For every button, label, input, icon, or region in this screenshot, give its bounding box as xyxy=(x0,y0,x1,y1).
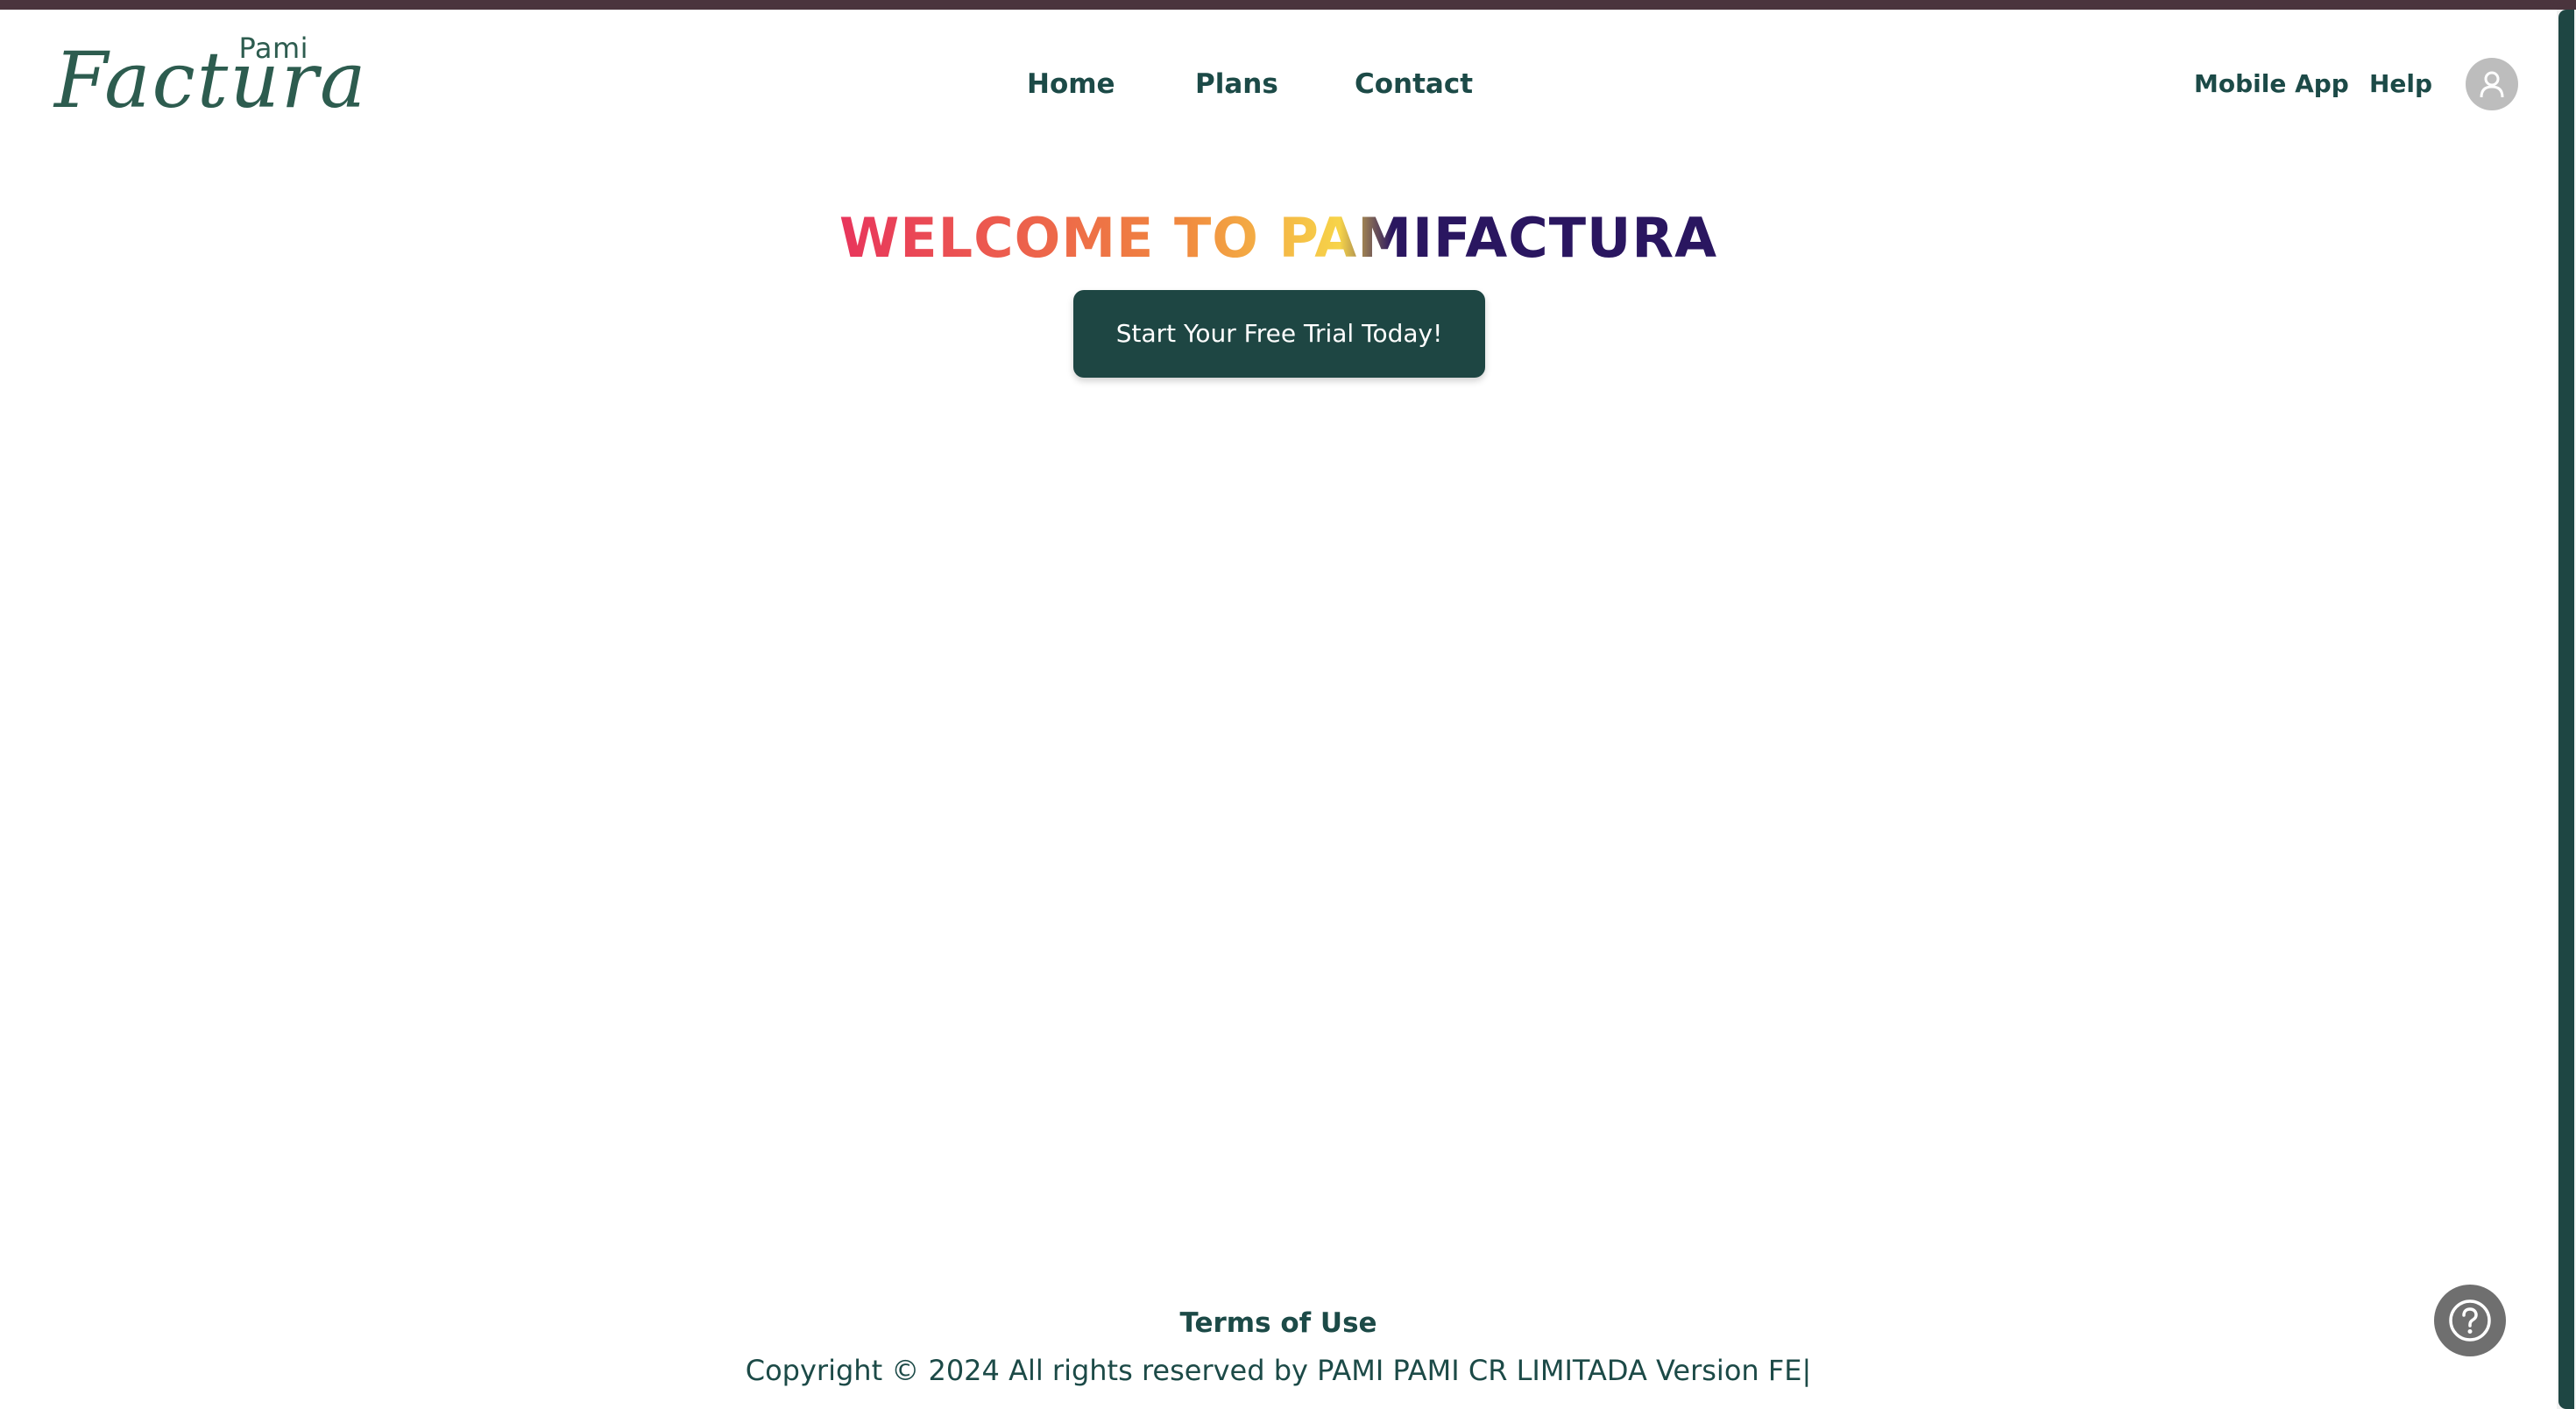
hero-title-text: WELCOME TO PAMIFACTURA xyxy=(839,206,1718,270)
page-scrollbar[interactable] xyxy=(2557,10,2576,1409)
help-fab-button[interactable] xyxy=(2434,1285,2506,1356)
start-free-trial-button[interactable]: Start Your Free Trial Today! xyxy=(1073,290,1485,378)
nav-home-link[interactable]: Home xyxy=(1027,67,1115,102)
question-circle-icon xyxy=(2449,1299,2491,1342)
hero-title: WELCOME TO PAMIFACTURA xyxy=(0,203,2557,273)
avatar-button[interactable] xyxy=(2466,58,2518,110)
scrollbar-thumb[interactable] xyxy=(2558,10,2574,1409)
copyright-text: Copyright © 2024 All rights reserved by … xyxy=(745,1354,1812,1387)
nav-plans-link[interactable]: Plans xyxy=(1195,67,1278,102)
nav-contact-link[interactable]: Contact xyxy=(1355,67,1473,102)
footer-terms: Terms of Use xyxy=(0,1306,2557,1341)
logo-script-text: Factura xyxy=(54,35,368,125)
page: Pami Factura Home Plans Contact Mobile A… xyxy=(0,0,2576,1409)
user-icon xyxy=(2480,71,2504,98)
help-link[interactable]: Help xyxy=(2369,67,2432,102)
terms-of-use-link[interactable]: Terms of Use xyxy=(1179,1307,1376,1339)
mobile-app-link[interactable]: Mobile App xyxy=(2194,67,2349,102)
top-strip xyxy=(0,0,2576,10)
brand-logo[interactable]: Pami Factura xyxy=(54,32,365,128)
